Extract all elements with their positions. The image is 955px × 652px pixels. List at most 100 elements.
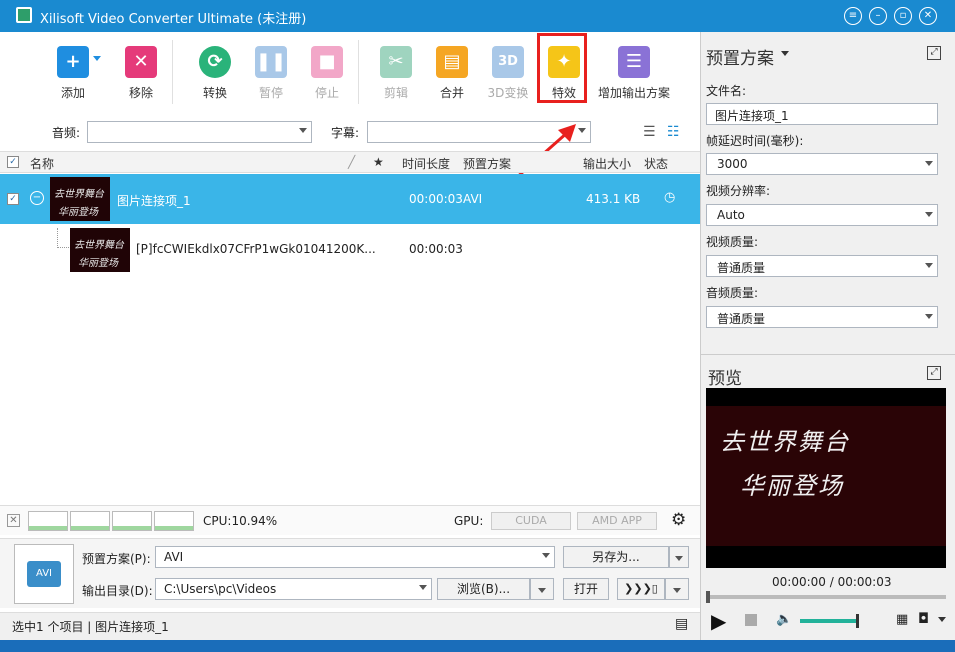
camera-icon[interactable]: ◘ <box>918 611 929 627</box>
convert-icon: ⟳ <box>199 46 231 78</box>
row-name: [P]fcCWIEkdlx07CFrP1wGk01041200K... <box>136 242 376 256</box>
table-row[interactable]: ✓ − 去世界舞台 华丽登场 图片连接项_1 00:00:03 AVI 413.… <box>0 174 700 224</box>
menu-icon[interactable]: ≡ <box>844 7 862 25</box>
frame-delay-select[interactable]: 3000 <box>706 153 938 175</box>
transfer-dropdown[interactable] <box>665 578 689 600</box>
output-dir-select[interactable]: C:\Users\pc\Videos <box>155 578 432 600</box>
camera-dropdown-icon[interactable] <box>938 617 946 622</box>
add-icon: + <box>57 46 89 78</box>
cpu-graph <box>28 511 68 531</box>
taskbar-edge <box>0 640 955 652</box>
restore-icon[interactable]: ▫ <box>894 7 912 25</box>
play-icon[interactable]: ▶ <box>711 609 726 633</box>
collapse-icon[interactable]: − <box>30 191 44 205</box>
filename-input[interactable]: 图片连接项_1 <box>706 103 938 125</box>
column-size[interactable]: 输出大小 <box>583 155 631 172</box>
convert-button[interactable]: ⟳ 转换 <box>185 46 245 101</box>
app-icon <box>16 7 32 23</box>
save-as-dropdown[interactable] <box>669 546 689 568</box>
toolbar-divider <box>358 40 359 104</box>
column-status[interactable]: 状态 <box>644 155 668 172</box>
seek-handle[interactable] <box>706 591 710 603</box>
toolbar-divider <box>172 40 173 104</box>
preset-title[interactable]: 预置方案 <box>706 44 774 69</box>
browse-dropdown[interactable] <box>530 578 554 600</box>
transfer-device-button[interactable]: ❯❯❯▯ <box>617 578 665 600</box>
column-duration[interactable]: 时间长度 <box>402 155 450 172</box>
resolution-label: 视频分辨率: <box>706 184 771 198</box>
cuda-button[interactable]: CUDA <box>491 512 571 530</box>
chevron-down-icon <box>925 314 933 319</box>
stop-button[interactable]: ■ 停止 <box>297 46 357 101</box>
file-list-header: ✓ 名称 ╱ ★ 时间长度 预置方案 输出大小 状态 <box>0 151 700 173</box>
status-bar: 选中1 个项目 | 图片连接项_1 ▤ <box>0 612 700 640</box>
row-checkbox[interactable]: ✓ <box>7 193 19 205</box>
row-profile[interactable]: AVI <box>463 192 482 206</box>
expand-icon[interactable]: ⤢ <box>927 366 941 380</box>
clip-frame-icon[interactable]: ▦ <box>896 612 908 627</box>
output-dir-label: 输出目录(D): <box>82 584 153 598</box>
remove-button[interactable]: ✕ 移除 <box>111 46 171 101</box>
volume-slider[interactable] <box>800 619 858 623</box>
merge-button[interactable]: ▤ 合并 <box>422 46 482 101</box>
preview-title: 预览 <box>708 369 742 389</box>
minimize-icon[interactable]: – <box>869 7 887 25</box>
performance-bar: ✕ CPU:10.94% GPU: CUDA AMD APP ⚙ <box>0 505 700 535</box>
expand-icon[interactable]: ⤢ <box>927 46 941 60</box>
log-icon[interactable]: ▤ <box>675 616 688 632</box>
output-settings: AVI 预置方案(P): AVI 另存为... 输出目录(D): C:\User… <box>0 538 700 608</box>
chevron-down-icon <box>419 585 427 590</box>
preview-video[interactable]: 去世界舞台 华丽登场 <box>706 388 946 568</box>
chevron-down-icon <box>299 128 307 133</box>
column-profile[interactable]: 预置方案 <box>463 155 511 172</box>
tree-connector <box>57 228 69 248</box>
open-button[interactable]: 打开 <box>563 578 609 600</box>
resolution-select[interactable]: Auto <box>706 204 938 226</box>
profile-icon[interactable]: AVI <box>14 544 74 604</box>
3d-icon: 3D <box>492 46 524 78</box>
gear-icon[interactable]: ⚙ <box>671 510 686 530</box>
status-text: 选中1 个项目 | 图片连接项_1 <box>12 620 169 634</box>
seek-bar[interactable] <box>706 591 946 603</box>
add-profile-button[interactable]: ☰ 增加输出方案 <box>598 46 670 101</box>
browse-button[interactable]: 浏览(B)... <box>437 578 530 600</box>
add-dropdown-icon[interactable] <box>93 56 101 61</box>
audio-quality-select[interactable]: 普通质量 <box>706 306 938 328</box>
filename-label: 文件名: <box>706 84 747 98</box>
volume-handle[interactable] <box>856 614 859 628</box>
chevron-down-icon <box>538 588 546 593</box>
pause-button[interactable]: ❚❚ 暂停 <box>241 46 301 101</box>
clock-icon: ◷ <box>664 190 676 205</box>
profile-label: 预置方案(P): <box>82 552 151 566</box>
video-quality-select[interactable]: 普通质量 <box>706 255 938 277</box>
toolbar: + 添加 ✕ 移除 ⟳ 转换 ❚❚ 暂停 ■ 停止 ✂ 剪辑 ▤ 合并 3D 3… <box>0 32 700 112</box>
clip-button[interactable]: ✂ 剪辑 <box>366 46 426 101</box>
list-view-icon[interactable]: ☰ <box>643 124 656 140</box>
gpu-label: GPU: <box>454 514 484 528</box>
stop-icon[interactable] <box>745 614 757 626</box>
3d-button[interactable]: 3D 3D变换 <box>478 46 538 101</box>
preset-dropdown-icon[interactable] <box>781 51 789 56</box>
add-profile-icon: ☰ <box>618 46 650 78</box>
table-row[interactable]: 去世界舞台 华丽登场 [P]fcCWIEkdlx07CFrP1wGk010412… <box>0 224 700 274</box>
column-name[interactable]: 名称 <box>30 155 54 172</box>
audio-select[interactable] <box>87 121 312 143</box>
close-icon[interactable]: ✕ <box>919 7 937 25</box>
save-as-button[interactable]: 另存为... <box>563 546 669 568</box>
column-star[interactable]: ★ <box>373 155 384 169</box>
cpu-usage: CPU:10.94% <box>203 514 278 528</box>
chevron-down-icon <box>925 212 933 217</box>
clip-icon: ✂ <box>380 46 412 78</box>
panel-divider <box>700 354 955 355</box>
chevron-down-icon <box>925 263 933 268</box>
detail-view-icon[interactable]: ☷ <box>667 124 680 140</box>
chevron-down-icon <box>673 588 681 593</box>
volume-icon[interactable]: 🔈 <box>776 612 792 627</box>
chevron-down-icon <box>925 161 933 166</box>
select-all-checkbox[interactable]: ✓ <box>7 156 19 168</box>
close-stats-icon[interactable]: ✕ <box>7 514 20 527</box>
amd-app-button[interactable]: AMD APP <box>577 512 657 530</box>
column-sort-icon[interactable]: ╱ <box>348 155 355 169</box>
profile-select[interactable]: AVI <box>155 546 555 568</box>
add-button[interactable]: + 添加 <box>43 46 103 101</box>
